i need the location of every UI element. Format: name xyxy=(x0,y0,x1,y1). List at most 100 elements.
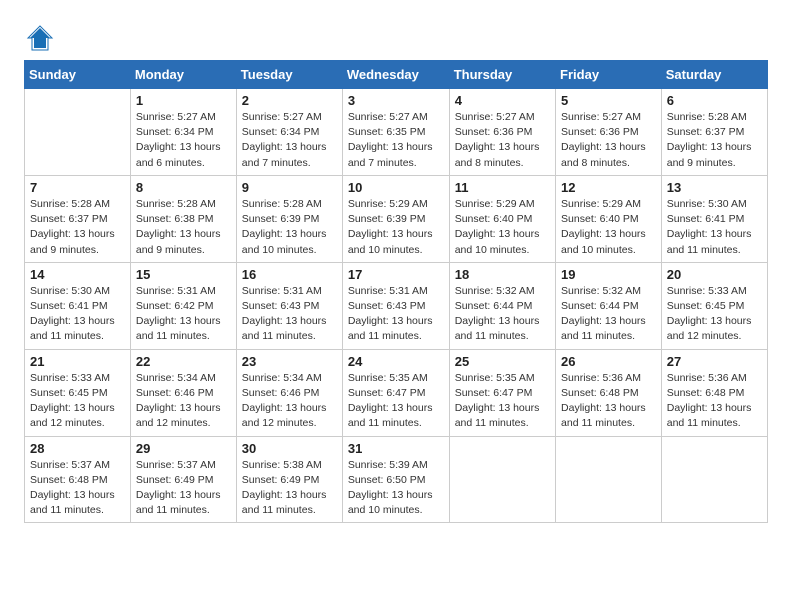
calendar-cell: 6 Sunrise: 5:28 AM Sunset: 6:37 PM Daylig… xyxy=(661,89,767,176)
calendar-week-row: 7 Sunrise: 5:28 AM Sunset: 6:37 PM Daylig… xyxy=(25,175,768,262)
day-info: Sunrise: 5:29 AM Sunset: 6:39 PM Dayligh… xyxy=(348,197,444,258)
calendar-cell xyxy=(661,436,767,523)
day-number: 12 xyxy=(561,180,656,195)
day-number: 23 xyxy=(242,354,337,369)
calendar-cell: 17 Sunrise: 5:31 AM Sunset: 6:43 PM Dayli… xyxy=(342,262,449,349)
logo-icon xyxy=(26,24,54,52)
calendar-cell: 9 Sunrise: 5:28 AM Sunset: 6:39 PM Daylig… xyxy=(236,175,342,262)
calendar-cell: 13 Sunrise: 5:30 AM Sunset: 6:41 PM Dayli… xyxy=(661,175,767,262)
day-info: Sunrise: 5:27 AM Sunset: 6:34 PM Dayligh… xyxy=(136,110,231,171)
day-number: 29 xyxy=(136,441,231,456)
day-number: 21 xyxy=(30,354,125,369)
day-number: 31 xyxy=(348,441,444,456)
calendar-cell: 31 Sunrise: 5:39 AM Sunset: 6:50 PM Dayli… xyxy=(342,436,449,523)
calendar-week-row: 14 Sunrise: 5:30 AM Sunset: 6:41 PM Dayli… xyxy=(25,262,768,349)
calendar-cell: 14 Sunrise: 5:30 AM Sunset: 6:41 PM Dayli… xyxy=(25,262,131,349)
calendar-cell: 27Sunrise: 5:36 AM Sunset: 6:48 PM Dayli… xyxy=(661,349,767,436)
day-number: 13 xyxy=(667,180,762,195)
calendar-cell: 1 Sunrise: 5:27 AM Sunset: 6:34 PM Daylig… xyxy=(130,89,236,176)
logo xyxy=(24,24,54,52)
calendar-cell: 30 Sunrise: 5:38 AM Sunset: 6:49 PM Dayli… xyxy=(236,436,342,523)
calendar-cell: 25Sunrise: 5:35 AM Sunset: 6:47 PM Dayli… xyxy=(449,349,555,436)
calendar-cell: 15Sunrise: 5:31 AM Sunset: 6:42 PM Dayli… xyxy=(130,262,236,349)
weekday-header-row: SundayMondayTuesdayWednesdayThursdayFrid… xyxy=(25,61,768,89)
day-info: Sunrise: 5:27 AM Sunset: 6:36 PM Dayligh… xyxy=(561,110,656,171)
day-info: Sunrise: 5:28 AM Sunset: 6:39 PM Dayligh… xyxy=(242,197,337,258)
day-number: 11 xyxy=(455,180,550,195)
day-info: Sunrise: 5:27 AM Sunset: 6:36 PM Dayligh… xyxy=(455,110,550,171)
day-info: Sunrise: 5:30 AM Sunset: 6:41 PM Dayligh… xyxy=(30,284,125,345)
day-number: 9 xyxy=(242,180,337,195)
calendar-cell: 16 Sunrise: 5:31 AM Sunset: 6:43 PM Dayli… xyxy=(236,262,342,349)
day-number: 4 xyxy=(455,93,550,108)
day-info: Sunrise: 5:29 AM Sunset: 6:40 PM Dayligh… xyxy=(561,197,656,258)
day-info: Sunrise: 5:28 AM Sunset: 6:38 PM Dayligh… xyxy=(136,197,231,258)
day-number: 7 xyxy=(30,180,125,195)
weekday-header: Friday xyxy=(556,61,662,89)
weekday-header: Wednesday xyxy=(342,61,449,89)
calendar-cell xyxy=(25,89,131,176)
calendar-cell: 26 Sunrise: 5:36 AM Sunset: 6:48 PM Dayli… xyxy=(556,349,662,436)
calendar-cell: 19Sunrise: 5:32 AM Sunset: 6:44 PM Dayli… xyxy=(556,262,662,349)
day-info: Sunrise: 5:28 AM Sunset: 6:37 PM Dayligh… xyxy=(667,110,762,171)
day-number: 28 xyxy=(30,441,125,456)
calendar-cell: 10Sunrise: 5:29 AM Sunset: 6:39 PM Dayli… xyxy=(342,175,449,262)
day-number: 24 xyxy=(348,354,444,369)
calendar-cell: 3 Sunrise: 5:27 AM Sunset: 6:35 PM Daylig… xyxy=(342,89,449,176)
day-info: Sunrise: 5:34 AM Sunset: 6:46 PM Dayligh… xyxy=(136,371,231,432)
calendar-cell: 23Sunrise: 5:34 AM Sunset: 6:46 PM Dayli… xyxy=(236,349,342,436)
day-info: Sunrise: 5:39 AM Sunset: 6:50 PM Dayligh… xyxy=(348,458,444,519)
calendar-cell: 2 Sunrise: 5:27 AM Sunset: 6:34 PM Daylig… xyxy=(236,89,342,176)
day-number: 30 xyxy=(242,441,337,456)
weekday-header: Tuesday xyxy=(236,61,342,89)
day-info: Sunrise: 5:31 AM Sunset: 6:43 PM Dayligh… xyxy=(242,284,337,345)
weekday-header: Sunday xyxy=(25,61,131,89)
day-number: 2 xyxy=(242,93,337,108)
calendar-cell: 29 Sunrise: 5:37 AM Sunset: 6:49 PM Dayli… xyxy=(130,436,236,523)
day-number: 14 xyxy=(30,267,125,282)
day-info: Sunrise: 5:27 AM Sunset: 6:34 PM Dayligh… xyxy=(242,110,337,171)
day-info: Sunrise: 5:30 AM Sunset: 6:41 PM Dayligh… xyxy=(667,197,762,258)
day-info: Sunrise: 5:33 AM Sunset: 6:45 PM Dayligh… xyxy=(667,284,762,345)
day-number: 15 xyxy=(136,267,231,282)
day-info: Sunrise: 5:27 AM Sunset: 6:35 PM Dayligh… xyxy=(348,110,444,171)
day-info: Sunrise: 5:38 AM Sunset: 6:49 PM Dayligh… xyxy=(242,458,337,519)
day-info: Sunrise: 5:32 AM Sunset: 6:44 PM Dayligh… xyxy=(455,284,550,345)
day-number: 18 xyxy=(455,267,550,282)
day-number: 5 xyxy=(561,93,656,108)
day-number: 26 xyxy=(561,354,656,369)
day-number: 16 xyxy=(242,267,337,282)
calendar-cell: 11 Sunrise: 5:29 AM Sunset: 6:40 PM Dayli… xyxy=(449,175,555,262)
day-number: 1 xyxy=(136,93,231,108)
calendar-cell: 12 Sunrise: 5:29 AM Sunset: 6:40 PM Dayli… xyxy=(556,175,662,262)
calendar-cell: 18 Sunrise: 5:32 AM Sunset: 6:44 PM Dayli… xyxy=(449,262,555,349)
day-number: 8 xyxy=(136,180,231,195)
weekday-header: Thursday xyxy=(449,61,555,89)
calendar-week-row: 1 Sunrise: 5:27 AM Sunset: 6:34 PM Daylig… xyxy=(25,89,768,176)
day-info: Sunrise: 5:31 AM Sunset: 6:43 PM Dayligh… xyxy=(348,284,444,345)
weekday-header: Saturday xyxy=(661,61,767,89)
day-info: Sunrise: 5:28 AM Sunset: 6:37 PM Dayligh… xyxy=(30,197,125,258)
calendar-table: SundayMondayTuesdayWednesdayThursdayFrid… xyxy=(24,60,768,523)
calendar-week-row: 21Sunrise: 5:33 AM Sunset: 6:45 PM Dayli… xyxy=(25,349,768,436)
calendar-cell: 22Sunrise: 5:34 AM Sunset: 6:46 PM Dayli… xyxy=(130,349,236,436)
calendar-cell: 28Sunrise: 5:37 AM Sunset: 6:48 PM Dayli… xyxy=(25,436,131,523)
weekday-header: Monday xyxy=(130,61,236,89)
calendar-cell: 21Sunrise: 5:33 AM Sunset: 6:45 PM Dayli… xyxy=(25,349,131,436)
day-number: 17 xyxy=(348,267,444,282)
day-info: Sunrise: 5:35 AM Sunset: 6:47 PM Dayligh… xyxy=(348,371,444,432)
page-header xyxy=(24,20,768,52)
day-number: 3 xyxy=(348,93,444,108)
day-info: Sunrise: 5:29 AM Sunset: 6:40 PM Dayligh… xyxy=(455,197,550,258)
day-info: Sunrise: 5:35 AM Sunset: 6:47 PM Dayligh… xyxy=(455,371,550,432)
calendar-cell: 5 Sunrise: 5:27 AM Sunset: 6:36 PM Daylig… xyxy=(556,89,662,176)
calendar-cell xyxy=(556,436,662,523)
day-info: Sunrise: 5:32 AM Sunset: 6:44 PM Dayligh… xyxy=(561,284,656,345)
calendar-cell: 8 Sunrise: 5:28 AM Sunset: 6:38 PM Daylig… xyxy=(130,175,236,262)
day-info: Sunrise: 5:37 AM Sunset: 6:49 PM Dayligh… xyxy=(136,458,231,519)
day-number: 20 xyxy=(667,267,762,282)
day-number: 27 xyxy=(667,354,762,369)
day-number: 6 xyxy=(667,93,762,108)
day-info: Sunrise: 5:36 AM Sunset: 6:48 PM Dayligh… xyxy=(561,371,656,432)
calendar-cell: 4 Sunrise: 5:27 AM Sunset: 6:36 PM Daylig… xyxy=(449,89,555,176)
